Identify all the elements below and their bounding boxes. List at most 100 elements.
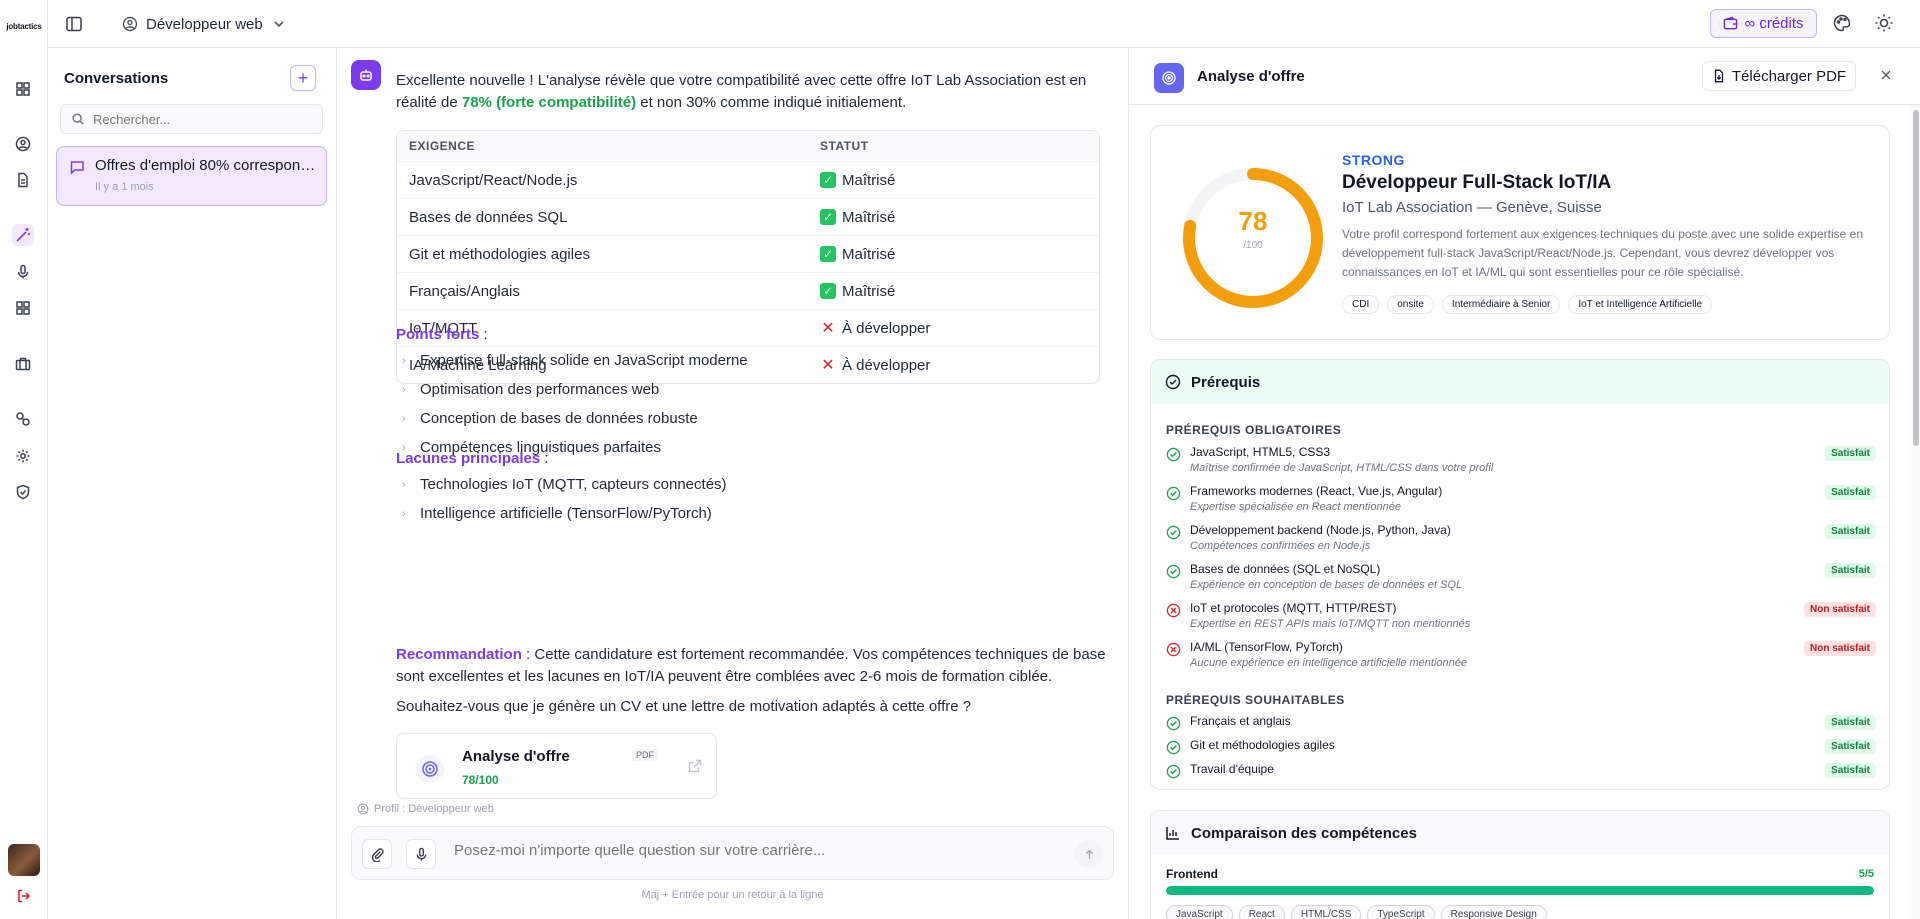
strengths-heading-label: Points forts — [396, 326, 480, 343]
sun-theme-icon[interactable] — [1874, 13, 1896, 35]
download-pdf-button[interactable]: Télécharger PDF — [1702, 61, 1856, 91]
prerequisite-note: Expérience en conception de bases de don… — [1190, 579, 1463, 591]
new-conversation-button[interactable]: + — [290, 65, 316, 91]
prerequisite-note: Maîtrise confirmée de JavaScript, HTML/C… — [1190, 462, 1494, 474]
requirement-cell: Bases de données SQL — [409, 208, 568, 226]
prerequisite-name: IoT et protocoles (MQTT, HTTP/REST) — [1190, 601, 1397, 615]
chevron-right-icon: › — [402, 507, 406, 520]
score-max: /100 — [1243, 240, 1263, 251]
dashboard-icon[interactable] — [12, 78, 34, 100]
check-circle-icon — [1166, 764, 1181, 779]
user-avatar[interactable] — [8, 844, 40, 876]
intro-after: et non 30% comme indiqué initialement. — [636, 94, 907, 111]
prerequisites-section: Prérequis PRÉREQUIS OBLIGATOIRES JavaScr… — [1150, 359, 1890, 790]
status-text: Maîtrisé — [842, 171, 896, 189]
download-pdf-label: Télécharger PDF — [1731, 67, 1847, 85]
profile-selector[interactable]: Développeur web — [122, 12, 287, 36]
intro-highlight: 78% (forte compatibilité) — [461, 94, 637, 111]
requirement-cell: JavaScript/React/Node.js — [409, 171, 578, 189]
status-text: À développer — [842, 319, 931, 337]
conversation-item[interactable]: Offres d'emploi 80% correspondant Il y a… — [56, 146, 327, 206]
app-logo[interactable]: jobtactics — [4, 22, 44, 31]
table-row: JavaScript/React/Node.js ✓ Maîtrisé — [397, 161, 1099, 198]
status-badge: Satisfait — [1825, 446, 1876, 461]
gaps-heading-label: Lacunes principales — [396, 450, 541, 467]
briefcase-icon[interactable] — [12, 353, 34, 375]
job-title: Développeur Full-Stack IoT/IA — [1342, 172, 1612, 193]
link-icon[interactable] — [12, 408, 34, 430]
palette-icon[interactable] — [1832, 13, 1854, 35]
left-rail: jobtactics — [0, 0, 48, 919]
arrow-up-icon — [1085, 848, 1093, 859]
voice-input-button[interactable] — [406, 839, 436, 869]
credits-label: ∞ crédits — [1744, 15, 1804, 32]
status-cell: ✓ Maîtrisé — [820, 283, 1099, 300]
settings-gear-icon[interactable] — [12, 445, 34, 467]
close-icon[interactable] — [1876, 65, 1896, 85]
status-text: À développer — [842, 356, 931, 374]
magic-wand-icon[interactable] — [12, 224, 34, 246]
send-button[interactable] — [1075, 840, 1103, 868]
document-icon[interactable] — [12, 169, 34, 191]
status-text: Maîtrisé — [842, 208, 896, 226]
shield-icon[interactable] — [12, 481, 34, 503]
optional-prereq-label: PRÉREQUIS SOUHAITABLES — [1166, 693, 1345, 707]
chevron-right-icon: › — [402, 412, 406, 425]
attach-button[interactable] — [362, 839, 392, 869]
microphone-icon — [416, 847, 426, 861]
status-badge: Non satisfait — [1803, 641, 1876, 656]
check-circle-icon — [1166, 525, 1181, 540]
list-item: › Conception de bases de données robuste — [402, 404, 748, 433]
skill-chip: HTML/CSS — [1290, 905, 1362, 919]
status-badge: Satisfait — [1825, 563, 1876, 578]
company-location: IoT Lab Association — Genève, Suisse — [1342, 199, 1602, 216]
offer-card-title: Analyse d'offre — [462, 748, 570, 765]
wallet-icon — [1724, 16, 1738, 30]
check-mark-icon: ✓ — [820, 172, 836, 188]
table-row: Français/Anglais ✓ Maîtrisé — [397, 272, 1099, 309]
score-value: 78 — [1238, 206, 1268, 236]
user-profile-icon[interactable] — [12, 133, 34, 155]
requirement-cell: Français/Anglais — [409, 282, 520, 300]
search-icon — [72, 113, 84, 125]
prerequisite-name: Frameworks modernes (React, Vue.js, Angu… — [1190, 484, 1443, 498]
check-circle-icon — [1166, 486, 1181, 501]
skill-chips: JavaScript React HTML/CSS TypeScript Respons… — [1166, 905, 1547, 919]
apps-grid-icon[interactable] — [12, 297, 34, 319]
skills-comparison-section: Comparaison des compétences Frontend 5/5… — [1150, 810, 1890, 919]
conversation-search — [60, 104, 323, 134]
list-item: › Technologies IoT (MQTT, capteurs connec… — [402, 470, 727, 499]
chevron-right-icon: › — [402, 354, 406, 367]
user-circle-icon — [122, 16, 138, 32]
list-item: › Expertise full-stack solide en JavaScri… — [402, 346, 748, 375]
strengths-list: › Expertise full-stack solide en JavaScri… — [402, 346, 748, 462]
skill-category-score: 5/5 — [1858, 868, 1874, 880]
microphone-icon[interactable] — [12, 261, 34, 283]
status-cell: ✕ À développer — [820, 319, 1099, 338]
target-icon — [416, 755, 444, 783]
prerequisites-header[interactable]: Prérequis — [1151, 360, 1889, 404]
requirement-cell: Git et méthodologies agiles — [409, 245, 590, 263]
scrollbar-thumb[interactable] — [1913, 110, 1919, 446]
check-circle-icon — [1166, 447, 1181, 462]
credits-button[interactable]: ∞ crédits — [1710, 9, 1817, 38]
gaps-list: › Technologies IoT (MQTT, capteurs connec… — [402, 470, 727, 528]
logout-icon[interactable] — [13, 885, 35, 907]
chevron-right-icon: › — [402, 383, 406, 396]
list-item: › Intelligence artificielle (TensorFlow/P… — [402, 499, 727, 528]
external-link-icon[interactable] — [687, 758, 703, 774]
message-input[interactable] — [454, 842, 1034, 859]
chevron-right-icon: › — [402, 478, 406, 491]
list-item-text: Optimisation des performances web — [420, 381, 660, 398]
status-badge: Satisfait — [1825, 715, 1876, 730]
search-input[interactable] — [93, 111, 313, 127]
match-level: STRONG — [1342, 152, 1405, 168]
strengths-heading: Points forts : — [396, 326, 488, 343]
offer-analysis-card[interactable]: Analyse d'offre PDF 78/100 — [396, 733, 717, 799]
skills-comparison-header[interactable]: Comparaison des compétences — [1151, 811, 1889, 855]
sidebar-toggle-icon[interactable] — [64, 14, 84, 34]
job-tag: Intermédiaire à Senior — [1441, 295, 1561, 314]
prerequisite-name: Développement backend (Node.js, Python, … — [1190, 523, 1451, 537]
score-card: 78 /100 STRONG Développeur Full-Stack Io… — [1150, 125, 1890, 340]
check-circle-icon — [1166, 740, 1181, 755]
